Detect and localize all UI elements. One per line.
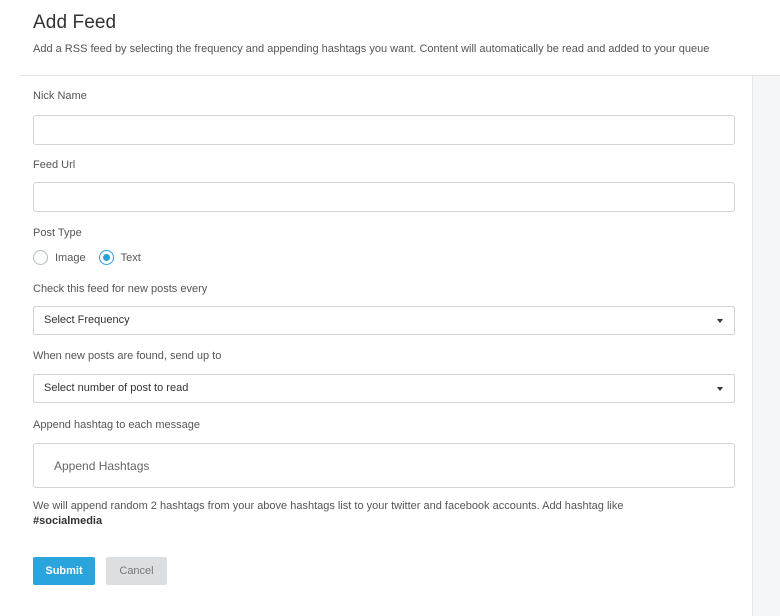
page-header: Add Feed Add a RSS feed by selecting the… — [33, 12, 780, 55]
post-count-select[interactable]: Select number of post to read — [33, 374, 735, 403]
post-count-label: When new posts are found, send up to — [33, 350, 222, 362]
add-feed-page: Add Feed Add a RSS feed by selecting the… — [0, 0, 780, 616]
page-subtitle: Add a RSS feed by selecting the frequenc… — [33, 43, 710, 55]
submit-button[interactable]: Submit — [33, 557, 95, 585]
nick-name-label: Nick Name — [33, 90, 87, 102]
hashtags-label: Append hashtag to each message — [33, 419, 200, 431]
header-divider — [20, 75, 780, 76]
frequency-selected-value: Select Frequency — [44, 314, 130, 326]
post-type-text-label[interactable]: Text — [121, 252, 141, 264]
post-type-text-radio[interactable] — [98, 250, 114, 265]
post-type-image-label[interactable]: Image — [55, 252, 86, 264]
nick-name-input[interactable] — [33, 115, 735, 145]
chevron-down-icon — [717, 387, 723, 391]
post-type-label: Post Type — [33, 227, 82, 239]
post-type-image-radio[interactable] — [33, 250, 48, 265]
frequency-label: Check this feed for new posts every — [33, 283, 208, 295]
chevron-down-icon — [717, 319, 723, 323]
side-panel-strip — [752, 76, 780, 616]
cancel-button[interactable]: Cancel — [106, 557, 167, 585]
post-count-selected-value: Select number of post to read — [44, 382, 189, 394]
hashtags-input[interactable] — [33, 443, 735, 488]
page-title: Add Feed — [33, 12, 117, 33]
hashtags-hint-example: #socialmedia — [33, 515, 103, 527]
feed-url-input[interactable] — [33, 182, 735, 212]
hashtags-hint-text: We will append random 2 hashtags from yo… — [33, 500, 624, 512]
feed-url-label: Feed Url — [33, 159, 76, 171]
hashtags-hint: We will append random 2 hashtags from yo… — [33, 499, 733, 529]
post-type-radio-group: Image Text — [33, 250, 154, 265]
frequency-select[interactable]: Select Frequency — [33, 306, 735, 335]
